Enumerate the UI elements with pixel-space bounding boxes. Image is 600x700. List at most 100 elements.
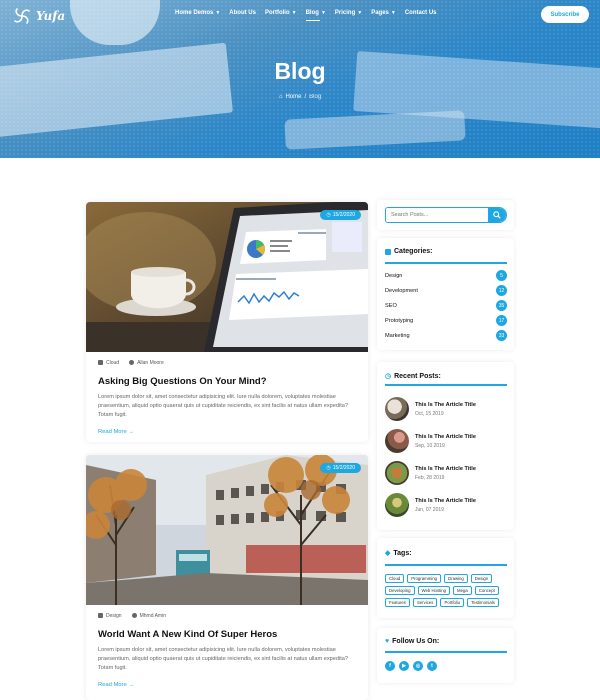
recent-post-item[interactable]: This Is The Article Title Jun, 07 2019 (385, 493, 476, 517)
post-meta: Cloud Allan Moore (98, 360, 368, 366)
subscribe-button[interactable]: Subscribe (541, 6, 589, 23)
author-label: Allan Moore (137, 360, 164, 366)
category-item[interactable]: Prototyping 17 (385, 315, 507, 326)
post-image-street[interactable]: ◷ 15/2/2020 (86, 455, 368, 605)
arrow-right-icon: → (128, 682, 135, 688)
tag-icon: ◆ (385, 550, 391, 557)
tag-item[interactable]: Web Hosting (417, 586, 451, 595)
tag-item[interactable]: Design (470, 574, 493, 583)
twitter-icon[interactable]: t (427, 661, 437, 671)
read-more-link[interactable]: Read More → (98, 429, 134, 435)
facebook-icon[interactable]: f (385, 661, 395, 671)
tag-item[interactable]: Developing (385, 586, 415, 595)
main-nav: Home Demos ▼ About Us Portfolio ▼ Blog ▼ Pr… (175, 10, 437, 21)
read-more-link[interactable]: Read More → (98, 682, 134, 688)
post-title[interactable]: Asking Big Questions On Your Mind? (98, 376, 356, 387)
categories-heading: Categories: (385, 248, 433, 255)
tag-item[interactable]: Testimonials (467, 598, 499, 607)
social-links: f ▶ ◎ t (385, 661, 437, 671)
chevron-down-icon: ▼ (215, 10, 221, 16)
post-category[interactable]: Design (98, 613, 122, 619)
recent-post-title: This Is The Article Title (415, 433, 476, 440)
youtube-icon[interactable]: ▶ (399, 661, 409, 671)
category-item[interactable]: Marketing 33 (385, 330, 507, 341)
follow-title: Follow Us On: (392, 638, 440, 645)
read-more-label: Read More (98, 429, 127, 435)
tag-item[interactable]: Concept (474, 586, 499, 595)
categories-widget: Categories: Design 5 Development 12 SEO 35 … (377, 238, 514, 350)
user-icon (129, 360, 135, 366)
recent-post-item[interactable]: This Is The Article Title Oct, 15 2019 (385, 397, 476, 421)
category-count: 17 (496, 315, 507, 326)
street-tram-photo (86, 455, 368, 605)
recent-post-title: This Is The Article Title (415, 497, 476, 504)
chevron-down-icon: ▼ (320, 10, 326, 16)
category-item[interactable]: Design 5 (385, 270, 507, 281)
tag-item[interactable]: Mega (453, 586, 472, 595)
category-name: Development (385, 287, 418, 294)
search-icon (493, 211, 501, 219)
logo-swirl-icon (14, 8, 30, 24)
brand-logo[interactable]: Yufa (12, 6, 65, 26)
arrow-right-icon: → (128, 429, 135, 435)
post-meta: Design Mhmd Amin (98, 613, 368, 619)
divider (385, 384, 507, 386)
post-excerpt: Lorem ipsum dolor sit, amet consectetur … (98, 394, 348, 418)
nav-label: Contact Us (404, 10, 437, 16)
nav-label: Home Demos (175, 10, 214, 16)
recent-post-date: Feb, 28 2019 (415, 474, 445, 481)
search-input[interactable] (386, 208, 489, 222)
recent-posts-widget: ◷ Recent Posts: This Is The Article Title… (377, 362, 514, 530)
nav-label: Pricing (334, 10, 356, 16)
nav-label: About Us (229, 10, 256, 16)
breadcrumb-separator: / (304, 94, 307, 100)
post-image-tablet[interactable]: ◷ 15/2/2020 (86, 202, 368, 352)
recent-post-item[interactable]: This Is The Article Title Sep, 10 2019 (385, 429, 476, 453)
category-item[interactable]: Development 12 (385, 285, 507, 296)
recent-post-date: Oct, 15 2019 (415, 410, 444, 417)
author-label: Mhmd Amin (139, 613, 166, 619)
category-item[interactable]: SEO 35 (385, 300, 507, 311)
category-name: Marketing (385, 332, 410, 339)
post-author[interactable]: Mhmd Amin (131, 613, 166, 619)
category-name: Prototyping (385, 317, 414, 324)
search-button[interactable] (488, 208, 506, 222)
user-icon (131, 613, 137, 619)
tag-item[interactable]: Portfolio (440, 598, 465, 607)
category-count: 12 (496, 285, 507, 296)
nav-blog[interactable]: Blog ▼ (305, 10, 326, 21)
nav-label: Portfolio (264, 10, 290, 16)
recent-post-thumbnail (385, 429, 409, 453)
folder-icon (385, 248, 391, 255)
read-more-label: Read More (98, 682, 127, 688)
home-icon: ⌂ (278, 94, 283, 100)
breadcrumb-home[interactable]: Home (285, 94, 301, 100)
recent-post-thumbnail (385, 397, 409, 421)
nav-pricing[interactable]: Pricing ▼ (335, 10, 362, 16)
nav-about-us[interactable]: About Us (229, 10, 256, 16)
blog-post-card: ◷ 15/2/2020 Cloud Allan Moore Asking Big … (86, 202, 368, 442)
nav-home-demos[interactable]: Home Demos ▼ (175, 10, 220, 16)
recent-post-date: Sep, 10 2019 (415, 442, 445, 449)
instagram-icon[interactable]: ◎ (413, 661, 423, 671)
page-title: Blog (274, 58, 326, 84)
category-count: 35 (496, 300, 507, 311)
post-title[interactable]: World Want A New Kind Of Super Heros (98, 629, 356, 640)
tag-item[interactable]: Programming (407, 574, 442, 583)
recent-post-date: Jun, 07 2019 (415, 506, 444, 513)
category-count: 33 (496, 330, 507, 341)
heart-icon: ♥ (385, 638, 390, 645)
post-category[interactable]: Cloud (98, 360, 119, 366)
recent-post-item[interactable]: This Is The Article Title Feb, 28 2019 (385, 461, 476, 485)
nav-contact-us[interactable]: Contact Us (405, 10, 437, 16)
tag-item[interactable]: Services (412, 598, 438, 607)
tag-item[interactable]: Cloud (385, 574, 405, 583)
tag-item[interactable]: Features (385, 598, 410, 607)
nav-portfolio[interactable]: Portfolio ▼ (265, 10, 297, 16)
breadcrumb-current: Blog (309, 94, 322, 100)
tag-item[interactable]: Drawing (444, 574, 468, 583)
nav-pages[interactable]: Pages ▼ (371, 10, 396, 16)
nav-label: Blog (305, 10, 319, 16)
clock-icon: ◷ (326, 212, 331, 218)
post-author[interactable]: Allan Moore (129, 360, 164, 366)
